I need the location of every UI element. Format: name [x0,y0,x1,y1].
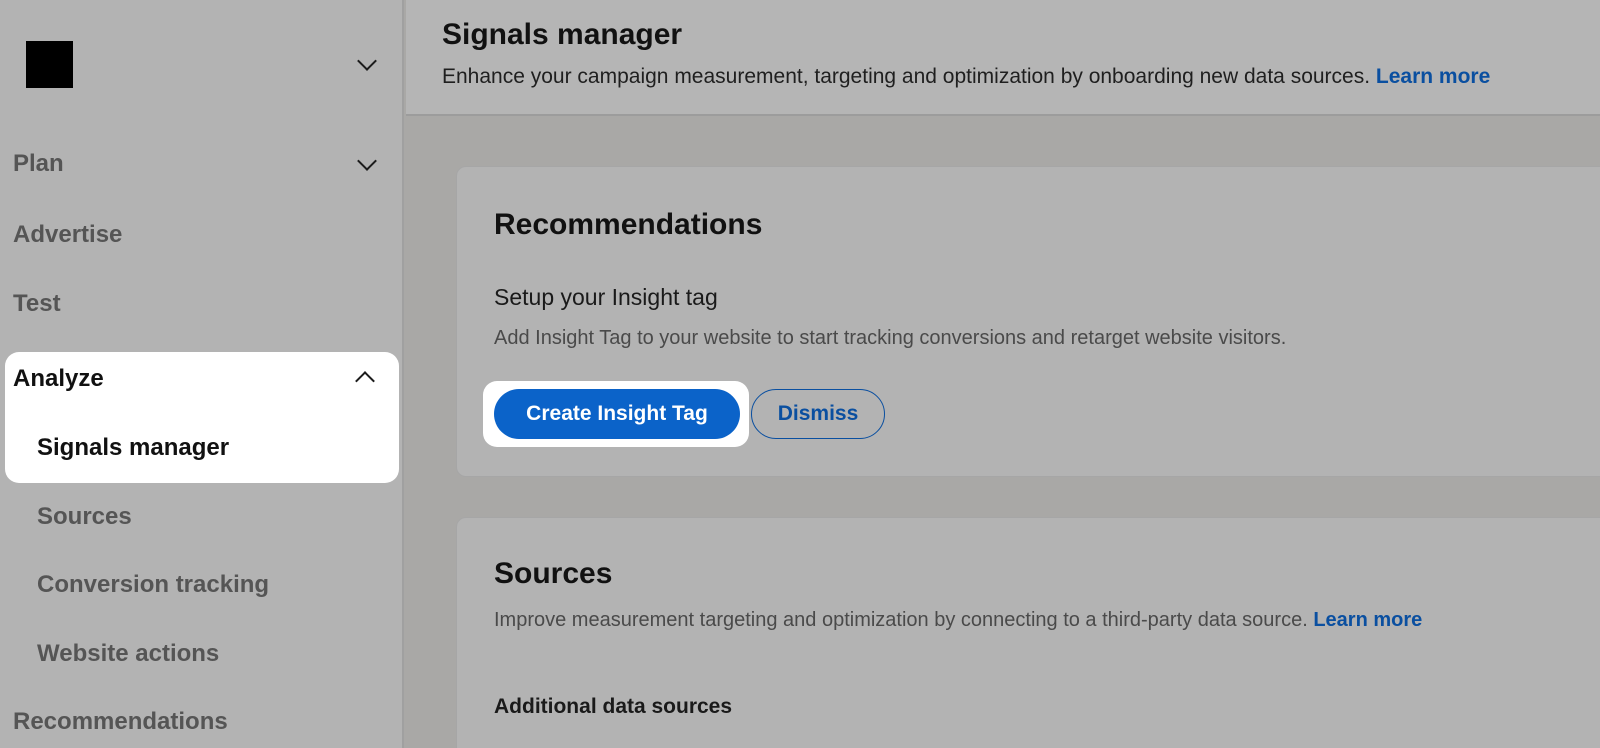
sidebar-item-plan[interactable]: Plan [13,144,393,184]
sidebar-group-analyze: Analyze Signals manager [5,352,399,483]
sidebar-item-conversion-tracking[interactable]: Conversion tracking [37,567,269,603]
sidebar-item-recommendations[interactable]: Recommendations [13,702,393,742]
sidebar-item-label: Test [13,290,61,317]
sources-card: Sources Improve measurement targeting an… [456,517,1600,748]
sidebar-item-website-actions[interactable]: Website actions [37,636,219,672]
account-logo [26,41,73,88]
create-insight-tag-button[interactable]: Create Insight Tag [494,389,740,439]
additional-data-sources-label: Additional data sources [494,695,733,718]
sources-description-text: Improve measurement targeting and optimi… [494,609,1308,631]
sidebar: Plan Advertise Test Analyze Signals mana… [0,0,404,748]
sidebar-item-signals-manager[interactable]: Signals manager [37,430,229,466]
sources-description: Improve measurement targeting and optimi… [494,605,1422,635]
sidebar-item-label: Recommendations [13,708,228,735]
page-title: Signals manager [442,18,683,51]
chevron-down-icon [357,151,377,171]
page-header: Signals manager Enhance your campaign me… [406,0,1600,116]
chevron-down-icon[interactable] [357,51,377,71]
page-subtitle-text: Enhance your campaign measurement, targe… [442,65,1371,88]
page-subtitle: Enhance your campaign measurement, targe… [442,62,1490,92]
learn-more-link[interactable]: Learn more [1376,65,1490,88]
card-title: Sources [494,557,613,590]
account-switcher[interactable] [0,32,404,98]
sidebar-item-test[interactable]: Test [13,284,393,324]
card-title: Recommendations [494,208,763,241]
sidebar-item-advertise[interactable]: Advertise [13,215,393,255]
recommendation-heading: Setup your Insight tag [494,284,718,310]
dismiss-button[interactable]: Dismiss [751,389,885,439]
sidebar-item-sources[interactable]: Sources [37,499,132,535]
sidebar-item-analyze[interactable]: Analyze [13,361,104,397]
recommendation-description: Add Insight Tag to your website to start… [494,327,1287,349]
sidebar-item-label: Advertise [13,221,123,248]
recommendations-card: Recommendations Setup your Insight tag A… [456,166,1600,477]
sidebar-item-label: Plan [13,150,64,177]
sources-learn-more-link[interactable]: Learn more [1313,609,1422,631]
chevron-up-icon[interactable] [355,371,375,391]
